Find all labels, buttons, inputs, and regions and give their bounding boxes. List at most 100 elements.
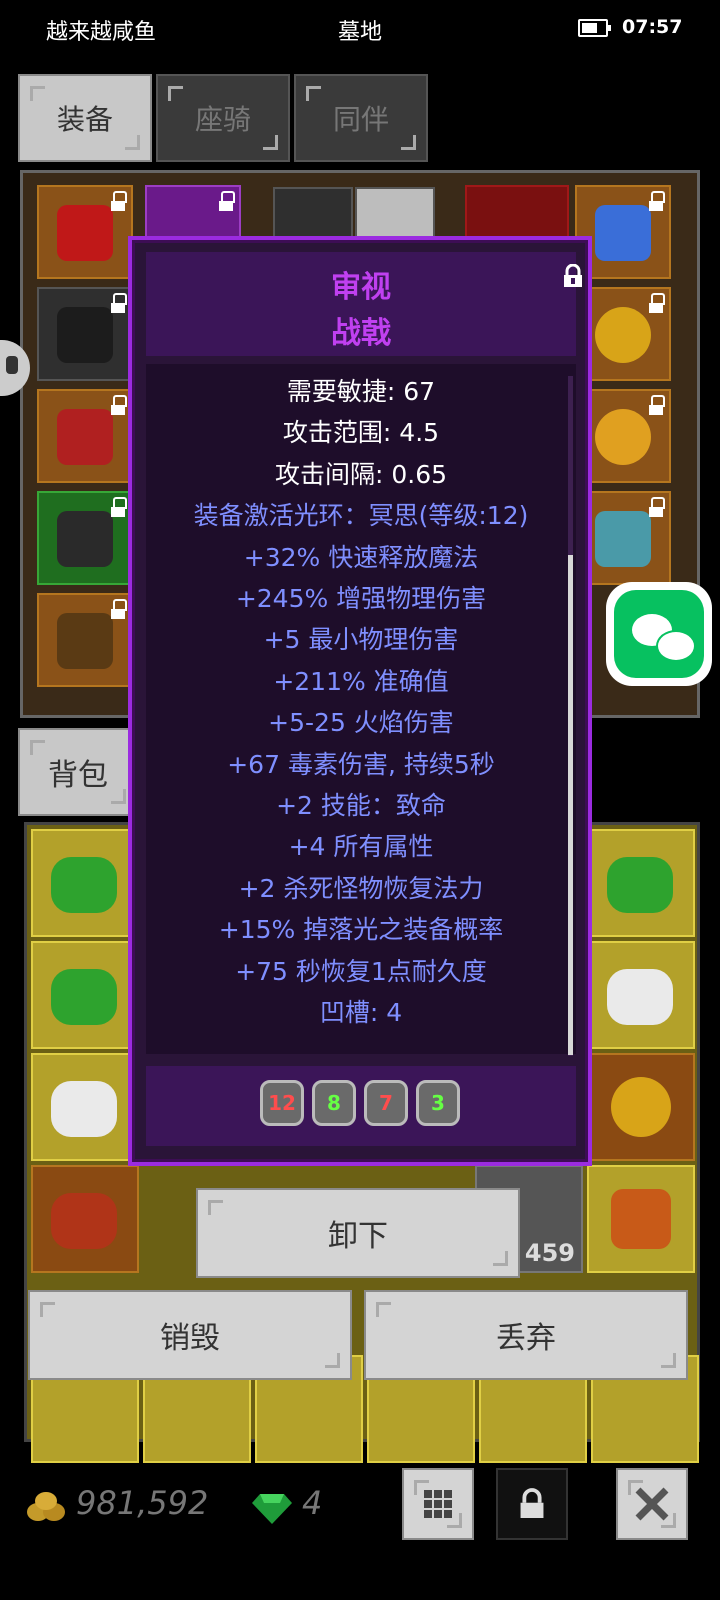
button-label: 丢弃 xyxy=(496,1321,556,1356)
destroy-button[interactable]: 销毁 xyxy=(28,1290,352,1380)
status-time: 07:57 xyxy=(622,16,683,38)
item-stat-line: +67 毒素伤害, 持续5秒 xyxy=(227,749,495,779)
tab-label: 装备 xyxy=(56,103,113,136)
helmet-icon xyxy=(57,205,113,261)
gem-amount: 4 xyxy=(302,1484,323,1522)
item-stat-line: 攻击范围: 4.5 xyxy=(282,418,440,448)
belt-icon xyxy=(57,613,113,669)
green-gem-icon xyxy=(252,1494,292,1524)
bag-item-slot[interactable] xyxy=(31,941,139,1049)
item-stat-line: +75 秒恢复1点耐久度 xyxy=(235,956,487,986)
item-stat-line: +2 技能：致命 xyxy=(276,791,446,820)
gloves-slot[interactable] xyxy=(37,389,133,483)
lock-icon xyxy=(649,497,665,517)
status-location: 墓地 xyxy=(338,20,383,45)
discard-button[interactable]: 丢弃 xyxy=(364,1290,688,1380)
tab-bag[interactable]: 背包 xyxy=(18,728,138,816)
item-stat-line: +2 杀死怪物恢复法力 xyxy=(238,873,484,903)
boots-icon xyxy=(57,511,113,567)
lock-icon xyxy=(111,395,127,415)
wechat-float-button[interactable] xyxy=(606,582,712,686)
rabbit-icon xyxy=(607,969,673,1025)
socket-gem: 3 xyxy=(416,1080,460,1126)
gold-amount: 981,592 xyxy=(76,1484,209,1522)
bag-item-slot[interactable] xyxy=(587,941,695,1049)
bag-item-slot[interactable] xyxy=(31,1053,139,1161)
rabbit-icon xyxy=(51,1081,117,1137)
socketed-gems: 12 8 7 3 xyxy=(146,1066,576,1146)
bag-item-slot[interactable] xyxy=(31,1165,139,1273)
ring-icon xyxy=(595,307,651,363)
item-stat-line: +4 所有属性 xyxy=(288,832,434,862)
lock-icon xyxy=(649,191,665,211)
item-stat-line: 装备激活光环：冥思(等级:12) xyxy=(193,501,529,531)
lock-icon[interactable] xyxy=(562,264,584,288)
lock-icon xyxy=(111,191,127,211)
lock-icon xyxy=(649,293,665,313)
lock-icon xyxy=(111,293,127,313)
lock-icon xyxy=(649,395,665,415)
item-stats: 需要敏捷: 67 攻击范围: 4.5 攻击间隔: 0.65 装备激活光环：冥思(等级:… xyxy=(146,364,576,1054)
item-stat-line: +5 最小物理伤害 xyxy=(263,625,459,655)
item-stat-line: +32% 快速释放魔法 xyxy=(243,542,479,572)
tab-label: 座骑 xyxy=(194,103,251,136)
item-stat-line: +15% 掉落光之装备概率 xyxy=(218,915,504,945)
socket-gem: 12 xyxy=(260,1080,304,1126)
button-label: 卸下 xyxy=(328,1219,388,1254)
wechat-icon xyxy=(614,590,704,678)
lock-icon xyxy=(520,1488,544,1518)
socket-gem: 7 xyxy=(364,1080,408,1126)
scroll-icon xyxy=(51,857,117,913)
helmet-slot[interactable] xyxy=(37,185,133,279)
tab-mount[interactable]: 座骑 xyxy=(156,74,290,162)
amulet-icon xyxy=(595,205,651,261)
item-tooltip: 审视 战戟 需要敏捷: 67 攻击范围: 4.5 攻击间隔: 0.65 装备激活光环：… xyxy=(128,236,592,1166)
item-name: 战戟 xyxy=(331,316,391,351)
tooltip-action-title: 审视 xyxy=(331,270,391,305)
tab-label: 背包 xyxy=(48,758,108,793)
close-button[interactable] xyxy=(616,1468,688,1540)
ring-icon xyxy=(595,409,651,465)
gloves-icon xyxy=(51,1193,117,1249)
bag-item-slot[interactable] xyxy=(587,1165,695,1273)
item-stat-line: +5-25 火焰伤害 xyxy=(268,708,454,738)
armor-icon xyxy=(57,307,113,363)
lock-icon xyxy=(111,497,127,517)
tab-label: 同伴 xyxy=(332,103,389,136)
scroll-icon xyxy=(607,857,673,913)
gloves-icon xyxy=(57,409,113,465)
socket-gem: 8 xyxy=(312,1080,356,1126)
stack-count: 459 xyxy=(524,1239,575,1267)
scroll-icon xyxy=(51,969,117,1025)
item-stat-line: +245% 增强物理伤害 xyxy=(235,584,487,613)
lock-toggle-button[interactable] xyxy=(496,1468,568,1540)
bell-icon xyxy=(611,1189,671,1249)
tooltip-header: 审视 战戟 xyxy=(146,252,582,356)
battery-icon xyxy=(578,19,611,37)
grid-icon xyxy=(424,1490,452,1518)
close-icon xyxy=(635,1487,669,1521)
unequip-button[interactable]: 卸下 xyxy=(196,1188,520,1278)
item-stat-line: 凹槽: 4 xyxy=(319,998,403,1027)
shield-icon xyxy=(595,511,651,567)
ring-icon xyxy=(611,1077,671,1137)
sort-grid-button[interactable] xyxy=(402,1468,474,1540)
item-stat-line: +211% 准确值 xyxy=(273,666,449,696)
tooltip-scrollbar-thumb[interactable] xyxy=(568,555,573,1055)
button-label: 销毁 xyxy=(160,1321,220,1356)
status-bar: 越来越咸鱼 墓地 07:57 xyxy=(0,0,720,60)
lock-icon xyxy=(219,191,235,211)
tab-companion[interactable]: 同伴 xyxy=(294,74,428,162)
tab-equipment[interactable]: 装备 xyxy=(18,74,152,162)
bag-item-slot[interactable] xyxy=(31,829,139,937)
bag-item-slot[interactable] xyxy=(587,829,695,937)
armor-slot[interactable] xyxy=(37,287,133,381)
bag-item-slot[interactable] xyxy=(587,1053,695,1161)
boots-slot[interactable] xyxy=(37,491,133,585)
item-stat-line: 需要敏捷: 67 xyxy=(286,377,436,406)
gold-coins-icon xyxy=(27,1492,65,1521)
item-stat-line: 攻击间隔: 0.65 xyxy=(274,459,448,489)
lock-icon xyxy=(111,599,127,619)
status-app-name: 越来越咸鱼 xyxy=(46,20,157,45)
belt-slot[interactable] xyxy=(37,593,133,687)
